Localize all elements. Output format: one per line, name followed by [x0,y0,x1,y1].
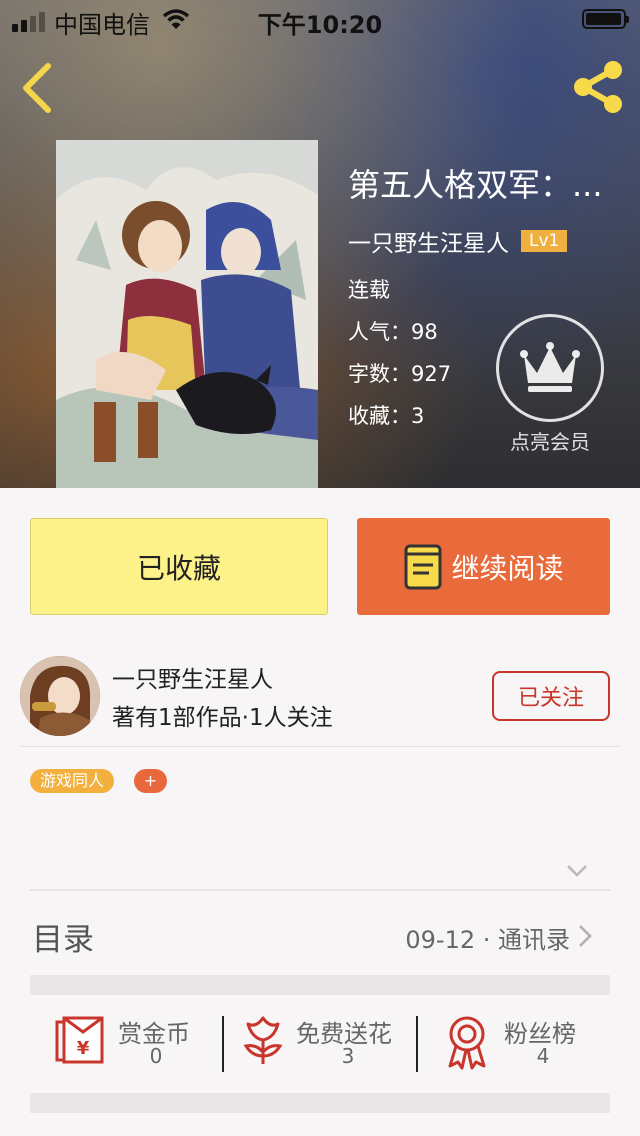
author-link[interactable]: 一只野生汪星人 [348,224,509,258]
red-envelope-icon: ¥ [55,1016,104,1064]
reward-flowers-count: 3 [341,1044,355,1068]
author-name[interactable]: 一只野生汪星人 [112,660,273,694]
book-icon [404,544,442,589]
toc-title: 目录 [32,922,94,958]
follow-button[interactable]: 已关注 [492,671,610,721]
author-avatar[interactable] [20,656,100,736]
divider [222,1016,224,1072]
section-separator [30,975,610,995]
book-header: 中国电信 下午10:20 第五人格双军：... 一只野生汪星人 Lv1 连载 人… [0,0,640,488]
author-line: 一只野生汪星人 Lv1 [348,224,618,258]
reward-coins[interactable]: ¥ 赏金币 0 [54,1010,224,1076]
follow-label: 已关注 [517,686,584,711]
collected-label: 已收藏 [136,551,221,585]
medal-icon [448,1016,486,1070]
battery-icon [582,9,629,29]
favorites-value: 3 [411,404,425,428]
cover-illustration [56,140,318,488]
author-meta: 著有1部作品·1人关注 [112,705,333,731]
continue-reading-button[interactable]: 继续阅读 [357,518,610,615]
reward-fan-ranking-count: 4 [536,1044,550,1068]
popularity-label: 人气： [348,320,411,344]
reward-fan-ranking[interactable]: 粉丝榜 4 [444,1010,610,1076]
word-count-label: 字数： [348,362,411,386]
chevron-down-icon[interactable] [565,862,589,880]
reward-flowers[interactable]: 免费送花 3 [240,1010,420,1076]
divider [30,889,610,891]
add-tag-button[interactable]: + [134,769,167,793]
rewards-bar: ¥ 赏金币 0 免费送花 3 粉丝榜 4 [30,1010,610,1076]
favorites-label: 收藏： [348,404,411,428]
clock: 下午10:20 [257,11,383,39]
collected-button[interactable]: 已收藏 [30,518,328,615]
reward-coins-count: 0 [149,1044,163,1068]
book-cover[interactable] [56,140,318,488]
serial-status: 连载 [348,278,390,302]
divider [20,746,620,747]
status-bar: 中国电信 下午10:20 [0,0,640,40]
crown-icon [496,314,604,422]
back-button[interactable] [18,60,62,116]
continue-reading-label: 继续阅读 [451,551,564,585]
vip-label: 点亮会员 [510,430,590,454]
latest-chapter: 09-12 · 通讯录 [405,926,570,954]
tag-game-fanfic[interactable]: 游戏同人 [30,769,115,793]
level-badge: Lv1 [521,230,568,252]
svg-text:¥: ¥ [77,1038,90,1059]
section-separator [30,1093,610,1113]
vip-membership-button[interactable]: 点亮会员 [492,314,608,455]
word-count-value: 927 [411,362,452,386]
popularity-value: 98 [411,320,438,344]
table-of-contents-row[interactable]: 目录 09-12 · 通讯录 [30,900,610,968]
flower-icon [243,1016,283,1064]
share-button[interactable] [570,58,630,118]
chevron-right-icon [579,925,592,947]
divider [416,1016,418,1072]
book-title: 第五人格双军：... [348,166,603,204]
